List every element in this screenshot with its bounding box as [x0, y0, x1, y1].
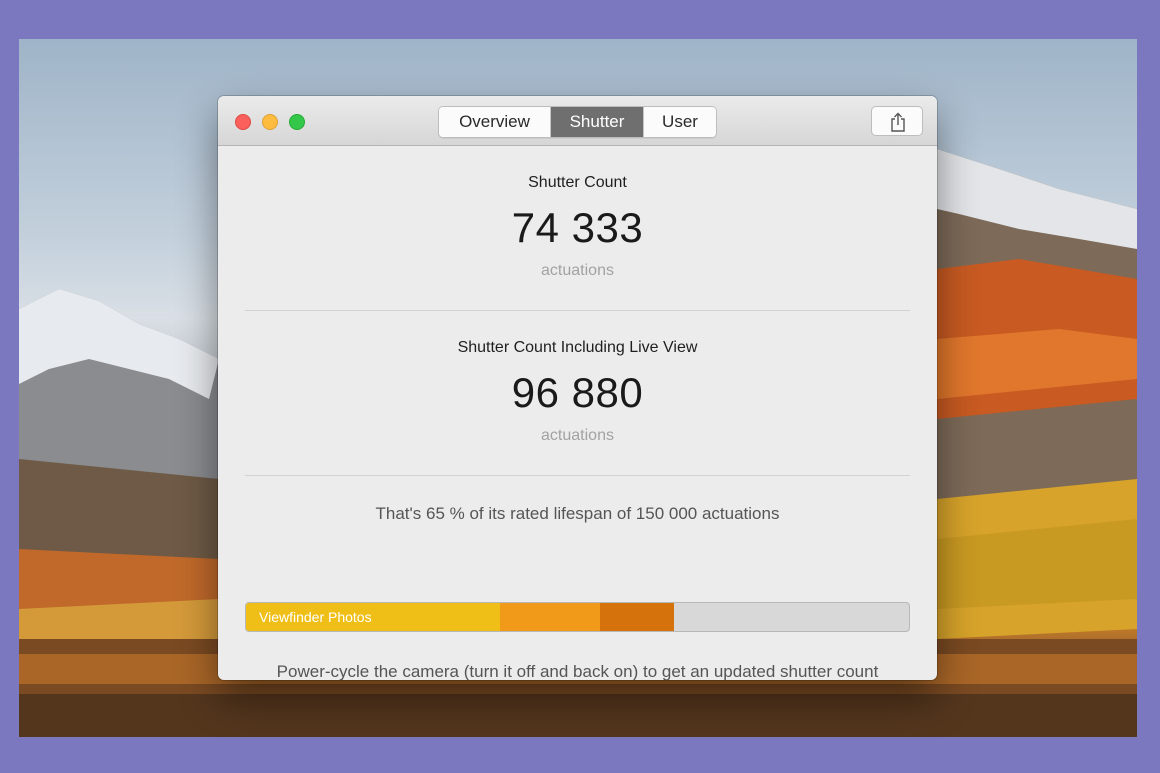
usage-segment-2	[500, 603, 600, 631]
live-view-count-title: Shutter Count Including Live View	[457, 339, 698, 356]
shutter-panel: Shutter Count 74 333 actuations Shutter …	[218, 146, 937, 680]
shutter-count-value: 74 333	[511, 204, 644, 251]
usage-bar-label: Viewfinder Photos	[259, 609, 372, 625]
tab-overview[interactable]: Overview	[439, 107, 551, 137]
live-view-count-value: 96 880	[511, 369, 644, 416]
maximize-window-button[interactable]	[289, 114, 305, 130]
shutter-count-unit: actuations	[541, 262, 614, 279]
share-button[interactable]	[871, 106, 923, 136]
tab-shutter[interactable]: Shutter	[551, 107, 644, 137]
minimize-window-button[interactable]	[262, 114, 278, 130]
share-icon	[891, 112, 905, 132]
view-segmented-control: Overview Shutter User	[438, 106, 717, 138]
lifespan-text: That's 65 % of its rated lifespan of 150…	[375, 504, 780, 523]
app-window: Overview Shutter User Shutter Count 74 3…	[218, 96, 937, 680]
close-window-button[interactable]	[235, 114, 251, 130]
tab-user[interactable]: User	[644, 107, 716, 137]
power-cycle-note: Power-cycle the camera (turn it off and …	[276, 662, 879, 680]
title-bar: Overview Shutter User	[218, 96, 937, 146]
shutter-count-title: Shutter Count	[528, 174, 627, 191]
divider	[245, 475, 910, 476]
usage-progress-bar: Viewfinder Photos	[245, 602, 910, 632]
usage-segment-3	[600, 603, 674, 631]
live-view-count-unit: actuations	[541, 427, 614, 444]
divider	[245, 310, 910, 311]
